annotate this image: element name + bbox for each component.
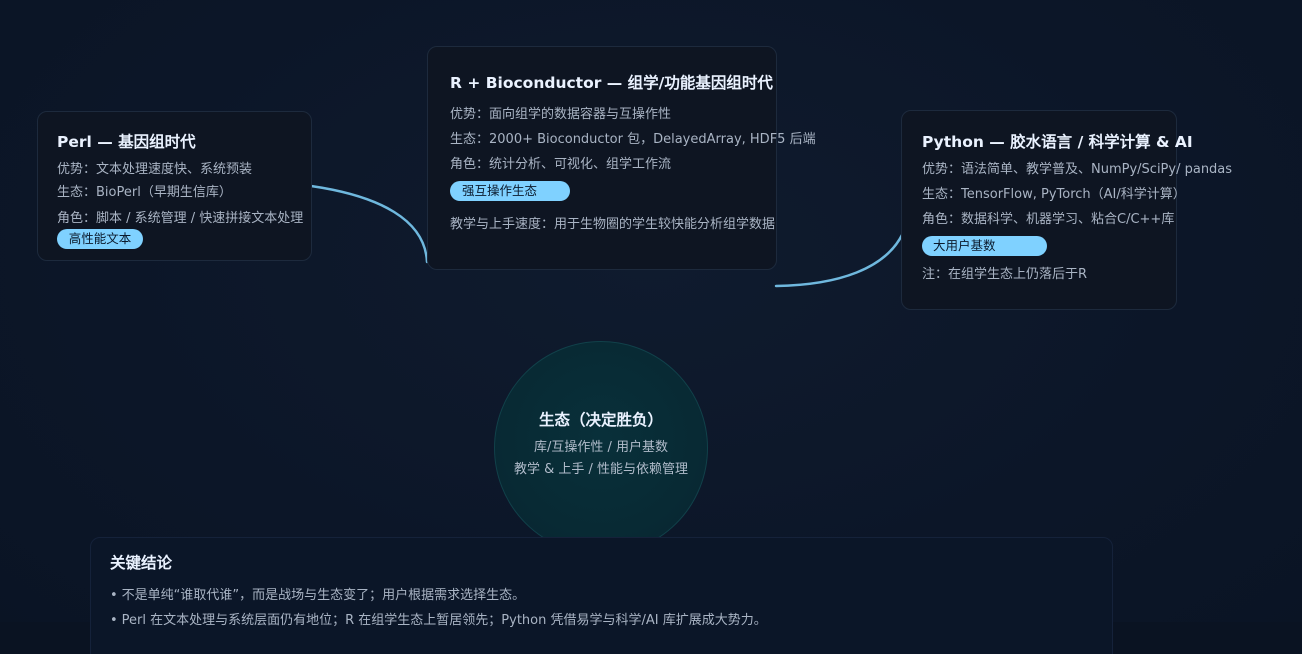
conclusion-bullet-2: • Perl 在文本处理与系统层面仍有地位；R 在组学生态上暂居领先；Python… xyxy=(110,609,767,628)
python-tag-badge: 大用户基数 xyxy=(922,236,1047,256)
conclusion-bullet-text: Perl 在文本处理与系统层面仍有地位；R 在组学生态上暂居领先；Python … xyxy=(121,613,767,628)
ecosystem-line-1: 库/互操作性 / 用户基数 xyxy=(533,440,669,455)
python-note: 注：在组学生态上仍落后于R xyxy=(922,267,1088,282)
ecosystem-title: 生态（决定胜负） xyxy=(538,411,663,429)
connector-perl-to-r xyxy=(309,184,429,264)
conclusion-title: 关键结论 xyxy=(110,554,173,572)
conclusion-bullet-1: • 不是单纯“谁取代谁”，而是战场与生态变了；用户根据需求选择生态。 xyxy=(110,584,525,603)
r-ecosystem: 生态：2000+ Bioconductor 包，DelayedArray, HD… xyxy=(450,132,816,147)
perl-tag-badge: 高性能文本 xyxy=(57,229,143,249)
python-role: 角色：数据科学、机器学习、粘合C/C++库 xyxy=(922,212,1175,227)
perl-card: Perl — 基因组时代 优势：文本处理速度快、系统预装 生态：BioPerl（… xyxy=(37,111,312,261)
python-ecosystem: 生态：TensorFlow, PyTorch（AI/科学计算） xyxy=(922,187,1186,202)
r-teaching-note: 教学与上手速度：用于生物圈的学生较快能分析组学数据 xyxy=(450,217,776,232)
python-advantage: 优势：语法简单、教学普及、NumPy/SciPy/ pandas xyxy=(922,162,1233,177)
ecosystem-circle: 生态（决定胜负） 库/互操作性 / 用户基数 教学 & 上手 / 性能与依赖管理 xyxy=(494,341,708,555)
r-advantage: 优势：面向组学的数据容器与互操作性 xyxy=(450,107,672,122)
ecosystem-line-2: 教学 & 上手 / 性能与依赖管理 xyxy=(513,462,689,477)
r-role: 角色：统计分析、可视化、组学工作流 xyxy=(450,157,672,172)
perl-advantage: 优势：文本处理速度快、系统预装 xyxy=(57,162,253,177)
connector-r-to-python xyxy=(774,233,904,288)
python-card: Python — 胶水语言 / 科学计算 & AI 优势：语法简单、教学普及、N… xyxy=(901,110,1232,310)
perl-card-title: Perl — 基因组时代 xyxy=(57,133,196,151)
r-card-title: R + Bioconductor — 组学/功能基因组时代 xyxy=(450,74,773,92)
bullet-marker: • xyxy=(110,613,118,628)
bullet-marker: • xyxy=(110,588,118,603)
r-bioconductor-card: R + Bioconductor — 组学/功能基因组时代 优势：面向组学的数据… xyxy=(427,46,816,270)
perl-role: 角色：脚本 / 系统管理 / 快速拼接文本处理 xyxy=(57,211,304,226)
conclusion-panel: 关键结论 • 不是单纯“谁取代谁”，而是战场与生态变了；用户根据需求选择生态。 •… xyxy=(90,537,1113,654)
r-tag-badge: 强互操作生态 xyxy=(450,181,570,201)
conclusion-bullet-text: 不是单纯“谁取代谁”，而是战场与生态变了；用户根据需求选择生态。 xyxy=(121,588,526,603)
perl-ecosystem: 生态：BioPerl（早期生信库） xyxy=(57,185,232,200)
python-card-title: Python — 胶水语言 / 科学计算 & AI xyxy=(922,133,1193,151)
diagram-canvas: Perl — 基因组时代 优势：文本处理速度快、系统预装 生态：BioPerl（… xyxy=(0,0,1302,654)
